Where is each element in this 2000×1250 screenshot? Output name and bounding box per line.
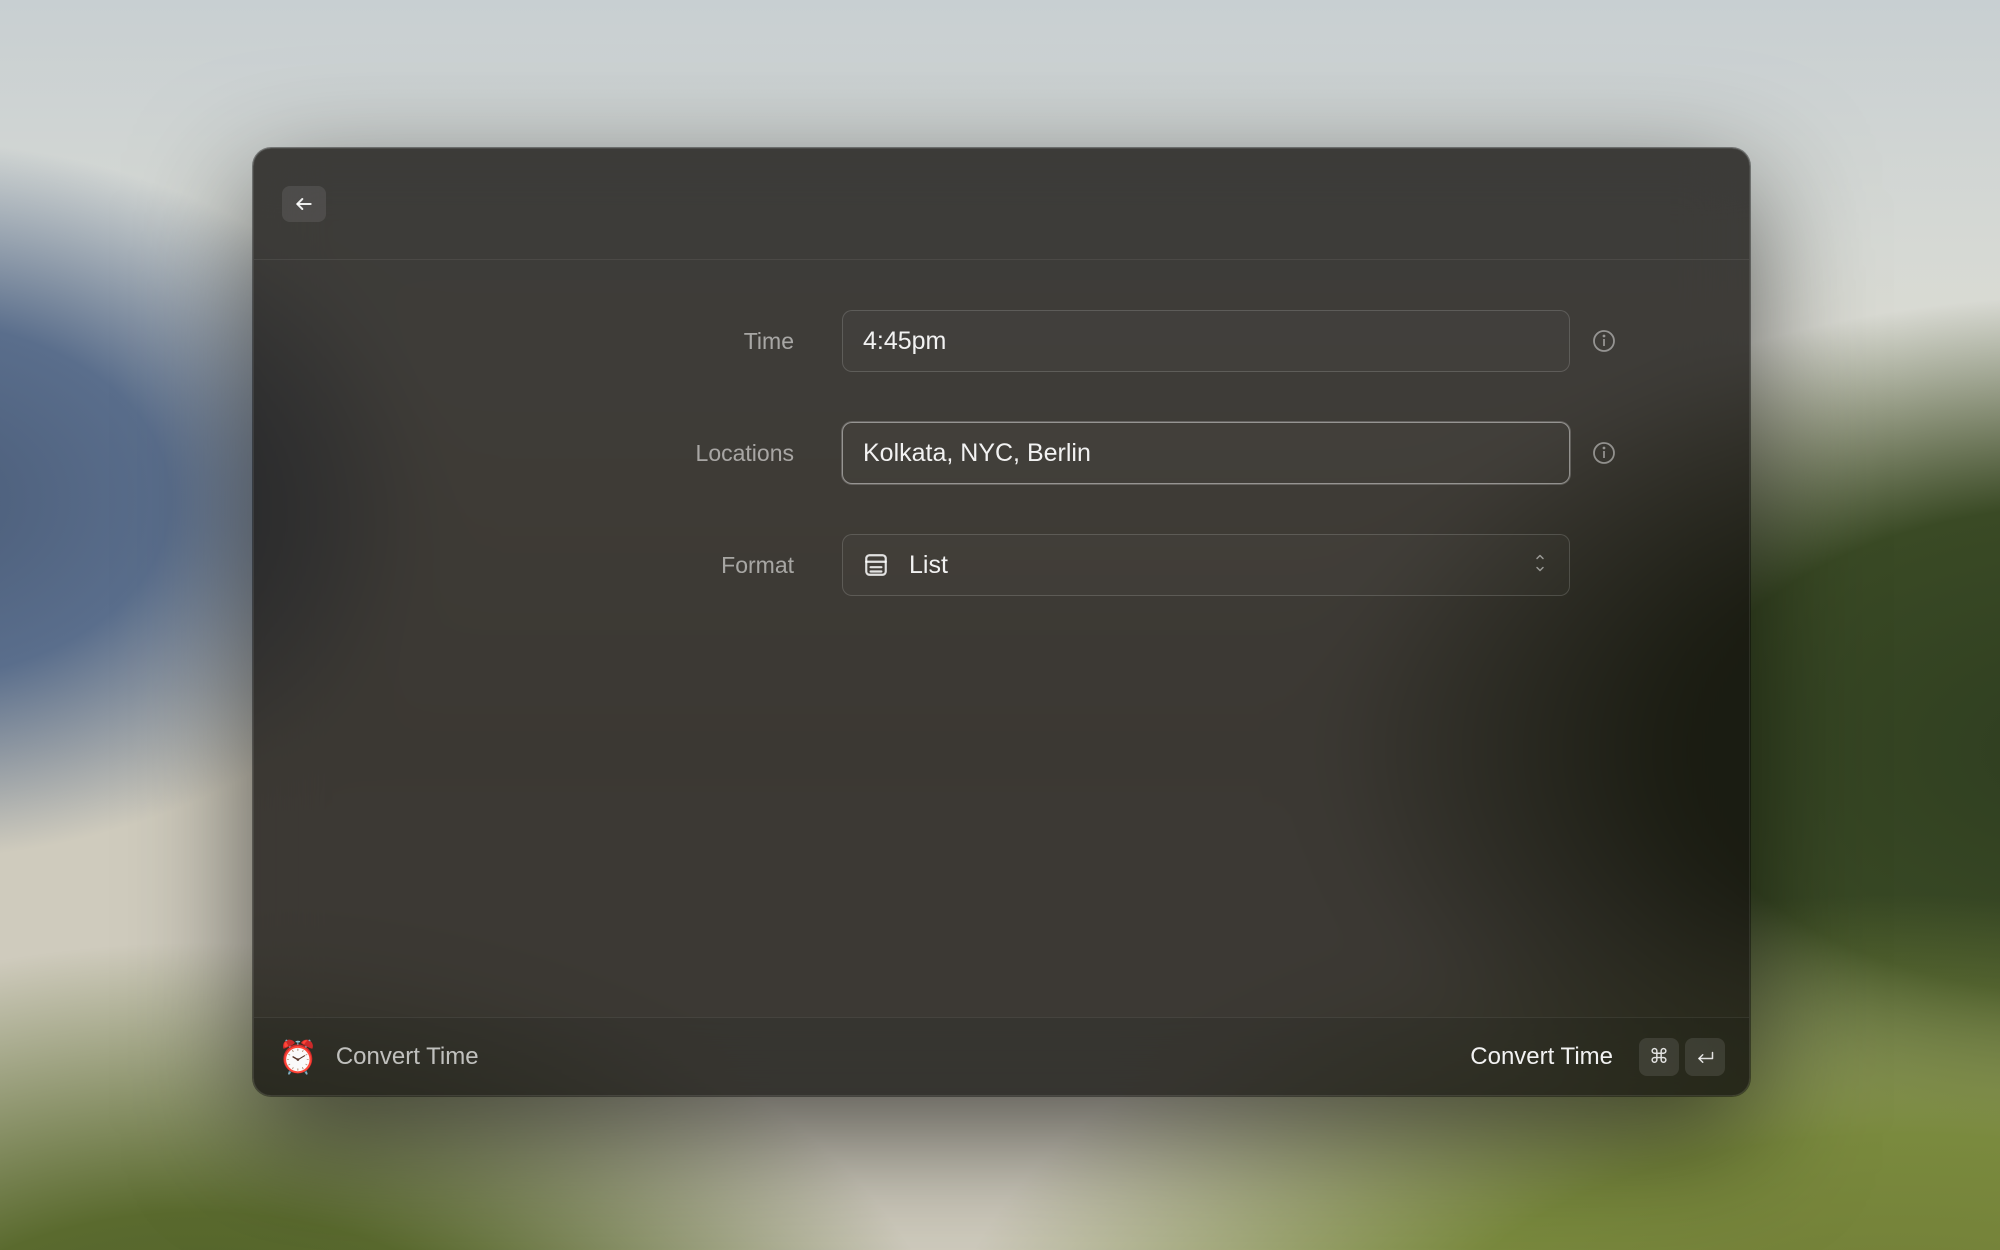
panel-footer: ⏰ Convert Time Convert Time ⌘ xyxy=(254,1017,1749,1095)
chevron-down-icon xyxy=(1531,554,1549,577)
shortcut-enter-key xyxy=(1685,1038,1725,1076)
footer-left: ⏰ Convert Time xyxy=(278,1041,479,1073)
time-row: Time xyxy=(254,310,1749,372)
panel-header xyxy=(254,149,1749,260)
time-input[interactable] xyxy=(863,327,1549,356)
time-input-wrap[interactable] xyxy=(842,310,1570,372)
format-selected-value: List xyxy=(909,551,1531,580)
locations-label: Locations xyxy=(254,440,842,467)
time-label: Time xyxy=(254,328,842,355)
shortcut-cmd-key: ⌘ xyxy=(1639,1038,1679,1076)
locations-info-icon[interactable] xyxy=(1590,439,1618,467)
format-select[interactable]: List xyxy=(842,534,1570,596)
format-row: Format List xyxy=(254,534,1749,596)
alarm-clock-icon: ⏰ xyxy=(278,1041,318,1073)
convert-time-panel: Time Locations xyxy=(253,148,1750,1096)
list-icon xyxy=(863,552,889,578)
locations-input[interactable] xyxy=(863,439,1549,468)
locations-input-wrap[interactable] xyxy=(842,422,1570,484)
locations-row: Locations xyxy=(254,422,1749,484)
convert-time-button[interactable]: Convert Time xyxy=(1470,1043,1613,1071)
back-button[interactable] xyxy=(282,186,326,222)
format-label: Format xyxy=(254,552,842,579)
time-info-icon[interactable] xyxy=(1590,327,1618,355)
form-body: Time Locations xyxy=(254,260,1749,1017)
footer-title: Convert Time xyxy=(336,1043,479,1071)
